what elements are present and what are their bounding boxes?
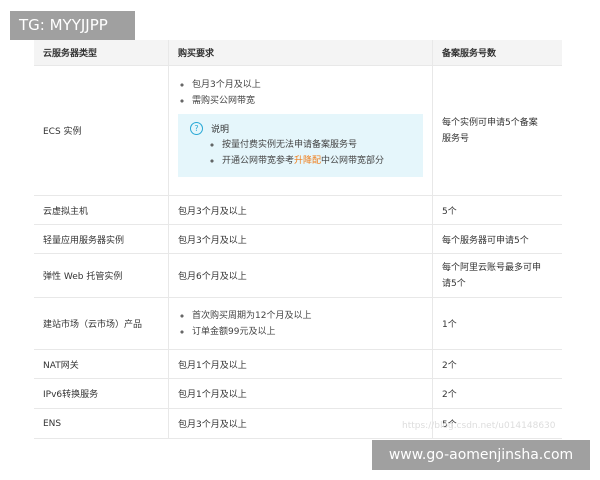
requirement-cell: 包月3个月及以上需购买公网带宽 ? 说明 按量付费实例无法申请备案服务号 开通公网… xyxy=(168,65,433,196)
note-box: ? 说明 按量付费实例无法申请备案服务号 开通公网带宽参考升降配中公网带宽部分 xyxy=(178,113,423,177)
table-row: NAT网关 包月1个月及以上 2个 xyxy=(34,349,562,379)
url-watermark: https://blog.csdn.net/u014148630 xyxy=(402,421,556,431)
question-icon: ? xyxy=(190,121,203,135)
bottom-watermark: www.go-aomenjinsha.com xyxy=(372,440,590,470)
server-type-table: 云服务器类型 购买要求 备案服务号数 ECS 实例 包月3个月及以上需购买公网带… xyxy=(34,40,562,439)
col-header-requirement: 购买要求 xyxy=(168,40,433,66)
type-cell: 建站市场（云市场）产品 xyxy=(34,297,169,350)
type-cell: ENS xyxy=(34,408,169,439)
count-cell: 每个阿里云账号最多可申请5个 xyxy=(432,253,562,298)
requirement-cell: 包月3个月及以上 xyxy=(168,195,433,225)
count-cell: 2个 xyxy=(432,378,562,409)
table-row: IPv6转换服务 包月1个月及以上 2个 xyxy=(34,378,562,409)
count-cell: 2个 xyxy=(432,349,562,379)
list-item: 按量付费实例无法申请备案服务号 xyxy=(222,137,415,153)
type-cell: NAT网关 xyxy=(34,349,169,379)
count-cell: 每个服务器可申请5个 xyxy=(432,224,562,254)
table-row: 弹性 Web 托管实例 包月6个月及以上 每个阿里云账号最多可申请5个 xyxy=(34,253,562,298)
requirement-cell: 包月3个月及以上 xyxy=(168,408,433,439)
count-cell: 5个 xyxy=(432,195,562,225)
requirement-cell: 包月1个月及以上 xyxy=(168,349,433,379)
type-cell: 云虚拟主机 xyxy=(34,195,169,225)
requirement-cell: 包月3个月及以上 xyxy=(168,224,433,254)
count-cell: 1个 xyxy=(432,297,562,350)
type-cell: 弹性 Web 托管实例 xyxy=(34,253,169,298)
col-header-count: 备案服务号数 xyxy=(432,40,562,66)
count-cell: 每个实例可申请5个备案服务号 xyxy=(432,65,562,196)
list-item: 订单金额99元及以上 xyxy=(192,324,432,340)
note-title: 说明 xyxy=(211,124,230,135)
table-row: 轻量应用服务器实例 包月3个月及以上 每个服务器可申请5个 xyxy=(34,224,562,254)
requirement-cell: 首次购买周期为12个月及以上订单金额99元及以上 xyxy=(168,297,433,350)
col-header-type: 云服务器类型 xyxy=(34,40,169,66)
requirement-cell: 包月6个月及以上 xyxy=(168,253,433,298)
type-cell: 轻量应用服务器实例 xyxy=(34,224,169,254)
list-item: 首次购买周期为12个月及以上 xyxy=(192,308,432,324)
table-row: ECS 实例 包月3个月及以上需购买公网带宽 ? 说明 按量付费实例无法申请备案服… xyxy=(34,65,562,196)
top-watermark: TG: MYYJJPP xyxy=(10,11,135,40)
table-row: 云虚拟主机 包月3个月及以上 5个 xyxy=(34,195,562,225)
requirement-cell: 包月1个月及以上 xyxy=(168,378,433,409)
list-item: 需购买公网带宽 xyxy=(192,93,432,109)
upgrade-link[interactable]: 升降配 xyxy=(294,156,321,166)
list-item: 开通公网带宽参考升降配中公网带宽部分 xyxy=(222,153,415,169)
note-text: 开通公网带宽参考 xyxy=(222,155,295,166)
list-item: 包月3个月及以上 xyxy=(192,77,432,93)
note-text: 中公网带宽部分 xyxy=(321,155,385,166)
type-cell: ECS 实例 xyxy=(34,65,169,196)
type-cell: IPv6转换服务 xyxy=(34,378,169,409)
table-header: 云服务器类型 购买要求 备案服务号数 xyxy=(34,40,562,66)
table-row: 建站市场（云市场）产品首次购买周期为12个月及以上订单金额99元及以上1个 xyxy=(34,297,562,350)
